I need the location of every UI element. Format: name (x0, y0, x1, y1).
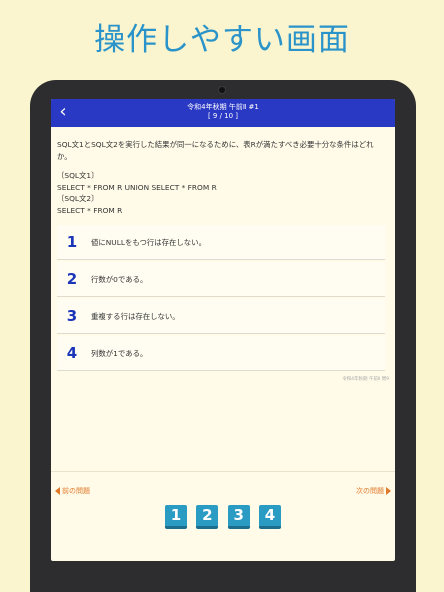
choice-text: 重複する行は存在しない。 (91, 311, 180, 321)
navigation-bar: ‹ 令和4年秋期 午前Ⅱ #1 [ 9 / 10 ] (51, 99, 395, 127)
answer-button-bar: 1 2 3 4 (165, 505, 281, 531)
answer-button-1[interactable]: 1 (165, 505, 187, 529)
exam-title: 令和4年秋期 午前Ⅱ #1 (187, 103, 259, 111)
prev-question-label: 前の問題 (62, 487, 90, 495)
sql2-label: 〔SQL文2〕 (57, 194, 99, 203)
question-progress: [ 9 / 10 ] (207, 112, 239, 120)
answer-button-2[interactable]: 2 (196, 505, 219, 529)
prev-question-link[interactable]: 前の問題 (55, 486, 90, 496)
choice-number: 2 (66, 270, 78, 288)
triangle-right-icon (386, 487, 391, 495)
triangle-left-icon (55, 487, 60, 495)
choice-list: 1 値にNULLをもつ行は存在しない。 2 行数が0である。 3 重複する行は存… (57, 225, 385, 373)
choice-text: 値にNULLをもつ行は存在しない。 (91, 237, 206, 247)
promo-headline: 操作しやすい画面 (94, 22, 350, 58)
choice-number: 3 (66, 307, 78, 325)
next-question-label: 次の問題 (356, 487, 384, 495)
choice-item-1[interactable]: 1 値にNULLをもつ行は存在しない。 (57, 225, 385, 260)
choice-item-2[interactable]: 2 行数が0である。 (57, 262, 385, 297)
sql1-statement: SELECT * FROM R UNION SELECT * FROM R (57, 182, 217, 192)
divider (51, 471, 395, 472)
sql2-statement: SELECT * FROM R (57, 205, 123, 215)
choice-number: 4 (66, 344, 78, 362)
sql1-label: 〔SQL文1〕 (57, 171, 99, 180)
next-question-link[interactable]: 次の問題 (356, 486, 391, 496)
choice-text: 行数が0である。 (91, 274, 148, 284)
choice-number: 1 (66, 233, 78, 251)
choice-item-3[interactable]: 3 重複する行は存在しない。 (57, 299, 385, 334)
question-body: SQL文1とSQL文2を実行した結果が同一になるために、表Rが満たすべき必要十分… (57, 139, 387, 216)
answer-button-3[interactable]: 3 (227, 505, 250, 529)
question-source: 令和4年秋期 午前Ⅱ 問9 (342, 377, 389, 382)
choice-text: 列数が1である。 (91, 348, 148, 358)
camera (219, 87, 225, 93)
answer-button-4[interactable]: 4 (258, 505, 281, 529)
choice-item-4[interactable]: 4 列数が1である。 (57, 336, 385, 371)
app-screen: ‹ 令和4年秋期 午前Ⅱ #1 [ 9 / 10 ] SQL文1とSQL文2を実… (51, 99, 395, 561)
question-text: SQL文1とSQL文2を実行した結果が同一になるために、表Rが満たすべき必要十分… (57, 140, 374, 161)
tablet-frame: ‹ 令和4年秋期 午前Ⅱ #1 [ 9 / 10 ] SQL文1とSQL文2を実… (30, 80, 416, 592)
